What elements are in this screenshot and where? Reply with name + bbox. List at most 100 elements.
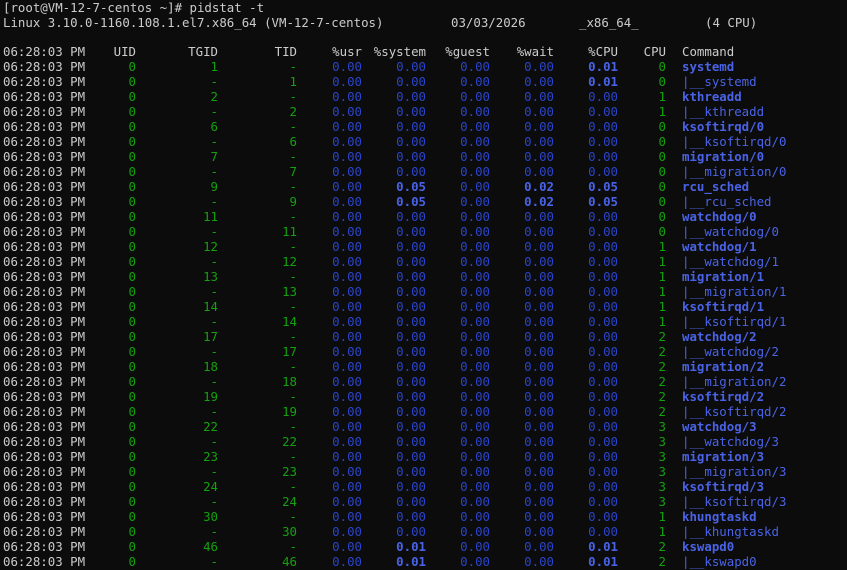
cell-cpu-pct: 0.00 (588, 269, 618, 284)
cell-usr: 0.00 (332, 554, 362, 569)
cell-tid: - (289, 419, 297, 434)
cell-guest: 0.00 (460, 59, 490, 74)
cell-guest: 0.00 (460, 464, 490, 479)
cell-wait: 0.00 (524, 254, 554, 269)
cell-tid: 6 (289, 134, 297, 149)
cell-cpu: 1 (658, 239, 666, 254)
cell-tid: 24 (282, 494, 297, 509)
cell-wait: 0.00 (524, 539, 554, 554)
cell-tgid: 24 (203, 479, 218, 494)
cell-uid: 0 (128, 419, 136, 434)
cell-wait: 0.00 (524, 329, 554, 344)
cell-usr: 0.00 (332, 419, 362, 434)
cell-uid: 0 (128, 164, 136, 179)
cell-usr: 0.00 (332, 254, 362, 269)
cell-wait: 0.00 (524, 419, 554, 434)
cell-wait: 0.00 (524, 104, 554, 119)
cell-system: 0.00 (396, 404, 426, 419)
cell-wait: 0.00 (524, 164, 554, 179)
cell-cpu: 1 (658, 284, 666, 299)
cell-usr: 0.00 (332, 329, 362, 344)
cell-cpu-pct: 0.00 (588, 104, 618, 119)
cell-cpu: 2 (658, 359, 666, 374)
cell-cpu: 0 (658, 179, 666, 194)
header-command: Command (682, 44, 735, 59)
cell-guest: 0.00 (460, 119, 490, 134)
cell-wait: 0.02 (524, 179, 554, 194)
cell-command: |__khungtaskd (682, 524, 779, 539)
cell-usr: 0.00 (332, 314, 362, 329)
cell-cpu-pct: 0.00 (588, 254, 618, 269)
cell-uid: 0 (128, 74, 136, 89)
cell-system: 0.00 (396, 479, 426, 494)
cell-system: 0.00 (396, 224, 426, 239)
cell-wait: 0.00 (524, 119, 554, 134)
cell-usr: 0.00 (332, 269, 362, 284)
cell-wait: 0.00 (524, 449, 554, 464)
cell-tgid: - (210, 314, 218, 329)
cpu-count-info: (4 CPU) (705, 15, 758, 30)
cell-cpu-pct: 0.00 (588, 314, 618, 329)
cell-system: 0.00 (396, 269, 426, 284)
cell-command: |__systemd (682, 74, 757, 89)
cell-tid: 18 (282, 374, 297, 389)
cell-uid: 0 (128, 479, 136, 494)
cell-command: ksoftirqd/1 (682, 299, 765, 314)
cell-cpu: 3 (658, 434, 666, 449)
cell-cpu: 0 (658, 209, 666, 224)
cell-system: 0.00 (396, 209, 426, 224)
cell-uid: 0 (128, 284, 136, 299)
cell-guest: 0.00 (460, 509, 490, 524)
cell-cpu: 2 (658, 554, 666, 569)
cell-tid: 17 (282, 344, 297, 359)
cell-tgid: 19 (203, 389, 218, 404)
cell-cpu-pct: 0.00 (588, 344, 618, 359)
cell-tgid: 7 (210, 149, 218, 164)
cell-cpu-pct: 0.00 (588, 299, 618, 314)
cell-uid: 0 (128, 134, 136, 149)
cell-wait: 0.00 (524, 479, 554, 494)
cell-tgid: - (210, 74, 218, 89)
cell-cpu: 3 (658, 494, 666, 509)
cell-wait: 0.00 (524, 89, 554, 104)
date-info: 03/03/2026 (451, 15, 526, 30)
cell-wait: 0.00 (524, 269, 554, 284)
cell-cpu-pct: 0.01 (588, 59, 618, 74)
cell-guest: 0.00 (460, 524, 490, 539)
cell-wait: 0.00 (524, 509, 554, 524)
cell-usr: 0.00 (332, 464, 362, 479)
cell-wait: 0.00 (524, 74, 554, 89)
cell-uid: 0 (128, 389, 136, 404)
cell-cpu: 1 (658, 299, 666, 314)
cell-tid: - (289, 539, 297, 554)
cell-uid: 0 (128, 59, 136, 74)
cell-uid: 0 (128, 494, 136, 509)
cell-cpu-pct: 0.00 (588, 164, 618, 179)
cell-wait: 0.00 (524, 524, 554, 539)
cell-wait: 0.00 (524, 344, 554, 359)
cell-system: 0.00 (396, 104, 426, 119)
cell-command: migration/2 (682, 359, 765, 374)
cell-uid: 0 (128, 434, 136, 449)
cell-system: 0.00 (396, 419, 426, 434)
cell-tgid: 13 (203, 269, 218, 284)
cell-guest: 0.00 (460, 209, 490, 224)
cell-usr: 0.00 (332, 359, 362, 374)
cell-cpu-pct: 0.05 (588, 194, 618, 209)
header-tid: TID (274, 44, 297, 59)
cell-system: 0.00 (396, 254, 426, 269)
kernel-info: Linux 3.10.0-1160.108.1.el7.x86_64 (VM-1… (3, 15, 384, 30)
cell-usr: 0.00 (332, 89, 362, 104)
cell-usr: 0.00 (332, 479, 362, 494)
header-uid: UID (113, 44, 136, 59)
cell-cpu: 0 (658, 134, 666, 149)
cell-system: 0.00 (396, 329, 426, 344)
cell-guest: 0.00 (460, 314, 490, 329)
cell-uid: 0 (128, 194, 136, 209)
cell-cpu: 2 (658, 404, 666, 419)
header-tgid: TGID (188, 44, 218, 59)
cell-guest: 0.00 (460, 479, 490, 494)
terminal-window[interactable]: [root@VM-12-7-centos ~]# pidstat -t Linu… (0, 0, 847, 570)
cell-system: 0.00 (396, 434, 426, 449)
cell-tid: 46 (282, 554, 297, 569)
